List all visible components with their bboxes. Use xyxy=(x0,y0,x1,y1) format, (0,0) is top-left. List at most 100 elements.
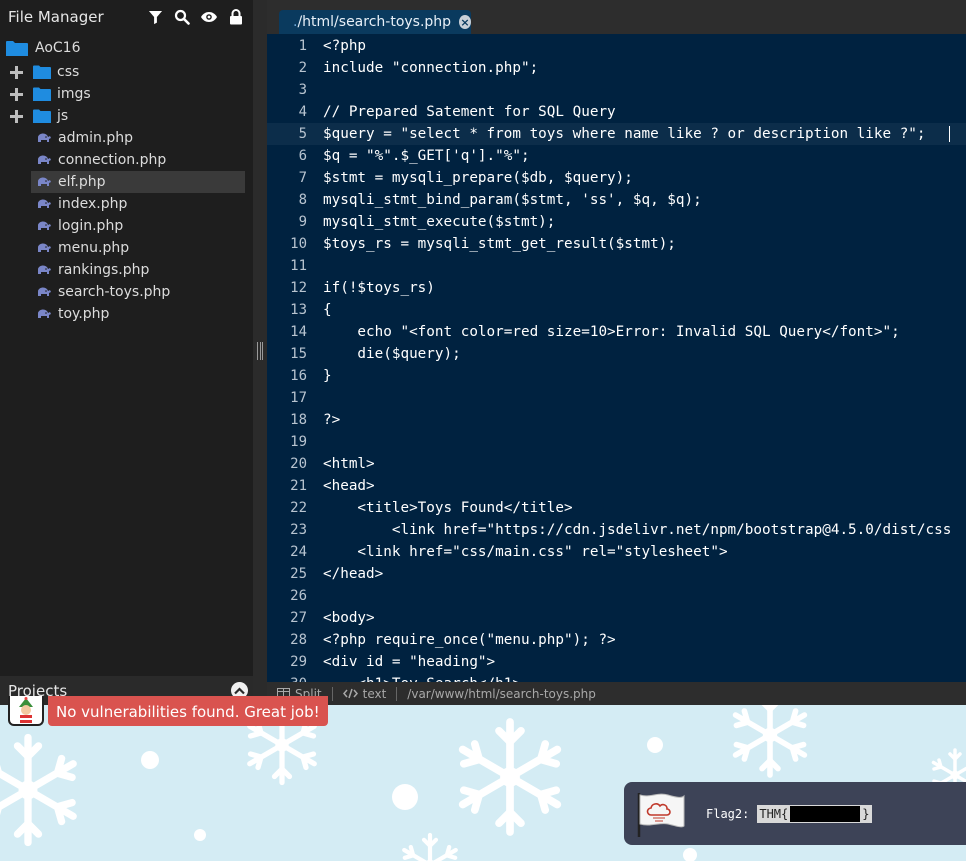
code-line[interactable]: 23 <link href="https://cdn.jsdelivr.net/… xyxy=(267,519,966,541)
tree-file-item[interactable]: menu.php xyxy=(31,237,245,259)
file-path-label: /var/www/html/search-toys.php xyxy=(407,686,596,701)
line-text: include "connection.php"; xyxy=(323,60,539,76)
tree-file-item[interactable]: search-toys.php xyxy=(31,281,245,303)
tree-root-aoc16[interactable]: AoC16 xyxy=(6,37,246,59)
expand-icon[interactable] xyxy=(8,86,25,103)
search-icon[interactable] xyxy=(173,8,191,26)
line-text: $q = "%".$_GET['q']."%"; xyxy=(323,148,530,164)
line-text: // Prepared Satement for SQL Query xyxy=(323,104,616,120)
code-line[interactable]: 20 <html> xyxy=(267,453,966,475)
line-text: mysqli_stmt_bind_param($stmt, 'ss', $q, … xyxy=(323,192,702,208)
filter-icon[interactable] xyxy=(146,8,164,26)
line-number: 14 xyxy=(290,324,307,340)
code-line[interactable]: 18 ?> xyxy=(267,409,966,431)
file-path: /var/www/html/search-toys.php xyxy=(397,687,606,701)
code-line[interactable]: 28 <?php require_once("menu.php"); ?> xyxy=(267,629,966,651)
folder-icon xyxy=(6,40,28,57)
php-file-icon xyxy=(35,220,53,232)
code-line[interactable]: 2 include "connection.php"; xyxy=(267,57,966,79)
file-label: elf.php xyxy=(58,174,106,190)
line-number: 10 xyxy=(290,236,307,252)
expand-icon[interactable] xyxy=(8,108,25,125)
code-icon xyxy=(342,688,358,699)
code-line[interactable]: 19 xyxy=(267,431,966,453)
line-number: 6 xyxy=(298,148,307,164)
redacted-block xyxy=(790,805,861,822)
tree-file-item[interactable]: elf.php xyxy=(31,171,245,193)
splitter-grip-icon[interactable] xyxy=(257,342,263,360)
file-label: search-toys.php xyxy=(58,284,171,300)
code-line[interactable]: 3 xyxy=(267,79,966,101)
code-line[interactable]: 26 xyxy=(267,585,966,607)
tree-root-label: AoC16 xyxy=(35,40,81,56)
code-line[interactable]: 15 die($query); xyxy=(267,343,966,365)
tree-file-item[interactable]: rankings.php xyxy=(31,259,245,281)
tree-file-item[interactable]: index.php xyxy=(31,193,245,215)
code-line[interactable]: 29 <div id = "heading"> xyxy=(267,651,966,673)
flag-value[interactable]: THM{ } xyxy=(757,804,872,823)
line-text: </head> xyxy=(323,566,384,582)
line-text: die($query); xyxy=(323,346,461,362)
code-line[interactable]: 13 { xyxy=(267,299,966,321)
line-number: 3 xyxy=(298,82,307,98)
lock-icon[interactable] xyxy=(227,8,245,26)
php-file-icon xyxy=(35,132,53,144)
line-text: <?php require_once("menu.php"); ?> xyxy=(323,632,616,648)
folder-label: css xyxy=(57,64,80,80)
code-line[interactable]: 11 xyxy=(267,255,966,277)
code-line[interactable]: 9 mysqli_stmt_execute($stmt); xyxy=(267,211,966,233)
code-area[interactable]: 1 <?php 2 include "connection.php"; 3 4 // Pre… xyxy=(267,34,966,692)
line-text: <html> xyxy=(323,456,375,472)
tree-file-item[interactable]: login.php xyxy=(31,215,245,237)
code-line[interactable]: 16} xyxy=(267,365,966,387)
code-line[interactable]: 24 <link href="css/main.css" rel="styles… xyxy=(267,541,966,563)
eye-icon[interactable] xyxy=(200,8,218,26)
line-number: 19 xyxy=(290,434,307,450)
line-number: 16 xyxy=(290,368,307,384)
code-line[interactable]: 12 if(!$toys_rs) xyxy=(267,277,966,299)
code-line[interactable]: 14 echo "<font color=red size=10>Error: … xyxy=(267,321,966,343)
expand-icon[interactable] xyxy=(8,64,25,81)
line-number: 29 xyxy=(290,654,307,670)
tree-file-item[interactable]: connection.php xyxy=(31,149,245,171)
php-file-icon xyxy=(35,308,53,320)
tree-folder-css[interactable]: css xyxy=(8,61,248,83)
line-text: ?> xyxy=(323,412,341,428)
pane-splitter[interactable] xyxy=(253,0,267,705)
code-line[interactable]: 21 <head> xyxy=(267,475,966,497)
tab-search-toys[interactable]: ./html/search-toys.php × xyxy=(279,10,471,34)
code-line[interactable]: 8 mysqli_stmt_bind_param($stmt, 'ss', $q,… xyxy=(267,189,966,211)
code-line[interactable]: 25 </head> xyxy=(267,563,966,585)
line-number: 22 xyxy=(290,500,307,516)
folder-label: imgs xyxy=(57,86,91,102)
line-number: 9 xyxy=(298,214,307,230)
file-label: connection.php xyxy=(58,152,167,168)
editor-status-bar: Split text /var/www/html/search-toys.php xyxy=(267,682,966,705)
tree-file-item[interactable]: toy.php xyxy=(31,303,245,325)
code-line[interactable]: 7 $stmt = mysqli_prepare($db, $query); xyxy=(267,167,966,189)
folder-icon xyxy=(33,87,51,101)
code-line[interactable]: 10 $toys_rs = mysqli_stmt_get_result($stm… xyxy=(267,233,966,255)
code-line[interactable]: 27 <body> xyxy=(267,607,966,629)
code-line[interactable]: 6 $q = "%".$_GET['q']."%"; xyxy=(267,145,966,167)
mode-selector[interactable]: text xyxy=(333,687,397,701)
code-line[interactable]: 5 $query = "select * from toys where name… xyxy=(267,123,966,145)
line-number: 8 xyxy=(298,192,307,208)
line-text: $toys_rs = mysqli_stmt_get_result($stmt)… xyxy=(323,236,676,252)
text-cursor xyxy=(949,126,950,142)
code-line[interactable]: 1 <?php xyxy=(267,35,966,57)
file-label: admin.php xyxy=(58,130,133,146)
line-text: <link href="css/main.css" rel="styleshee… xyxy=(323,544,728,560)
line-text: $query = "select * from toys where name … xyxy=(323,126,926,142)
code-line[interactable]: 4 // Prepared Satement for SQL Query xyxy=(267,101,966,123)
tree-folder-imgs[interactable]: imgs xyxy=(8,83,248,105)
code-line[interactable]: 17 xyxy=(267,387,966,409)
code-line[interactable]: 22 <title>Toys Found</title> xyxy=(267,497,966,519)
tree-file-item[interactable]: admin.php xyxy=(31,127,245,149)
close-icon[interactable]: × xyxy=(459,15,471,29)
line-number: 21 xyxy=(290,478,307,494)
file-label: toy.php xyxy=(58,306,110,322)
file-label: index.php xyxy=(58,196,128,212)
file-label: menu.php xyxy=(58,240,130,256)
tree-folder-js[interactable]: js xyxy=(8,105,248,127)
